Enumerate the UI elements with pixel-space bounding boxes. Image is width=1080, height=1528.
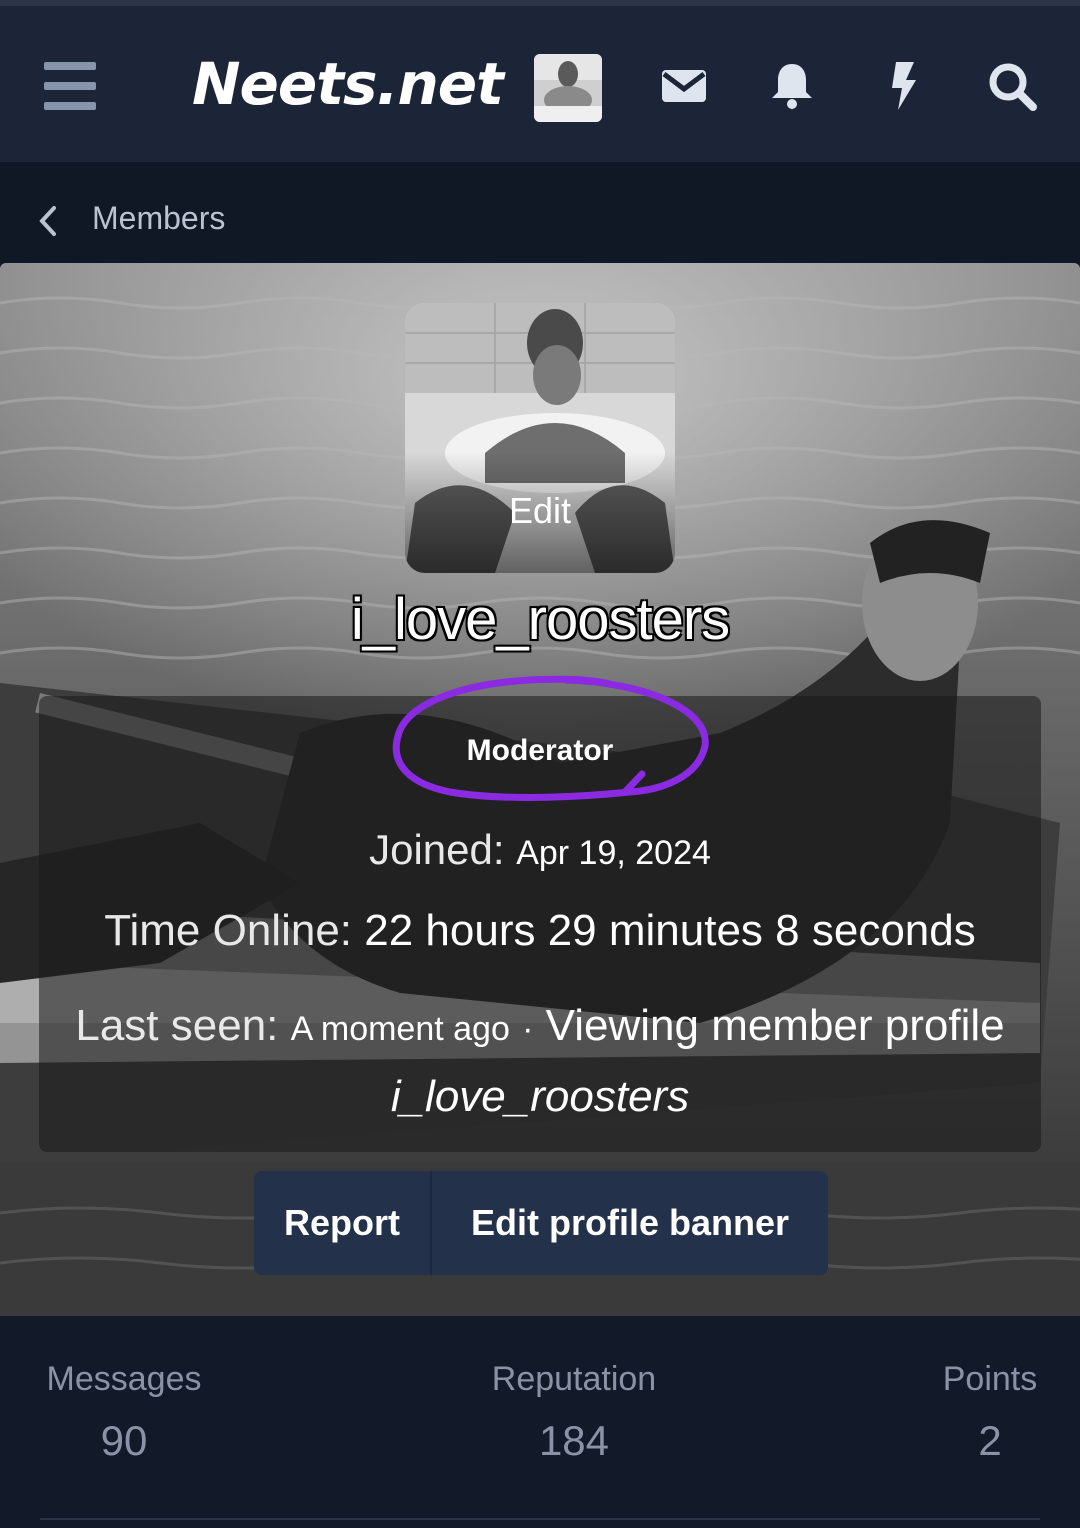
envelope-icon[interactable] <box>656 58 712 114</box>
joined-label: Joined: <box>369 826 505 873</box>
time-online-row: Time Online: 22 hours 29 minutes 8 secon… <box>39 906 1041 956</box>
bolt-icon[interactable] <box>874 58 930 114</box>
stat-messages-label: Messages <box>46 1360 202 1398</box>
role-badge[interactable]: Moderator <box>400 734 680 768</box>
search-icon[interactable] <box>984 58 1040 114</box>
stat-messages-value: 90 <box>100 1417 148 1464</box>
stat-points-value: 2 <box>978 1417 1002 1464</box>
profile-username: i_love_roosters <box>350 587 730 652</box>
report-button[interactable]: Report <box>254 1171 432 1275</box>
edit-profile-banner-button[interactable]: Edit profile banner <box>432 1171 828 1275</box>
stat-reputation-label: Reputation <box>491 1360 657 1398</box>
stat-points[interactable]: Points 2 <box>940 1360 1040 1465</box>
activity-text: Viewing member profile <box>545 1001 1005 1050</box>
stat-points-label: Points <box>942 1360 1038 1398</box>
stat-reputation[interactable]: Reputation 184 <box>474 1360 674 1465</box>
breadcrumb-members-link[interactable]: Members <box>92 200 225 237</box>
site-logo[interactable]: Neets.net <box>192 50 504 118</box>
top-header: Neets.net <box>0 0 1080 162</box>
time-online-value: 22 hours 29 minutes 8 seconds <box>364 906 976 955</box>
user-avatar[interactable] <box>534 54 602 122</box>
last-seen-row: Last seen: A moment ago · Viewing member… <box>39 992 1041 1131</box>
chevron-left-icon[interactable] <box>36 204 60 238</box>
profile-actions: Report Edit profile banner <box>254 1171 828 1275</box>
stat-reputation-value: 184 <box>538 1417 610 1464</box>
stats-divider <box>40 1518 1040 1520</box>
time-online-label: Time Online: <box>104 906 353 955</box>
activity-target-link[interactable]: i_love_roosters <box>391 1072 689 1121</box>
menu-icon[interactable] <box>44 62 96 110</box>
last-seen-label: Last seen: <box>75 1001 279 1050</box>
activity-separator: · <box>522 1010 534 1048</box>
joined-row: Joined: Apr 19, 2024 <box>39 826 1041 874</box>
profile-avatar[interactable] <box>405 303 675 573</box>
joined-date: Apr 19, 2024 <box>516 834 711 872</box>
stat-messages[interactable]: Messages 90 <box>40 1360 208 1465</box>
bell-icon[interactable] <box>764 58 820 114</box>
last-seen-value: A moment ago <box>290 1010 510 1048</box>
avatar-edit-label[interactable]: Edit <box>405 490 675 532</box>
